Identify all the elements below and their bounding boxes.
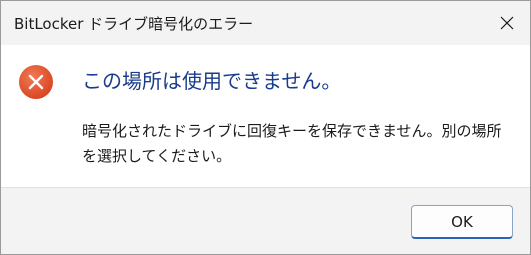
body-text-line: を選択してください。: [82, 147, 232, 165]
button-area: OK: [1, 187, 530, 254]
title-bar: BitLocker ドライブ暗号化のエラー: [1, 1, 530, 45]
dialog-content: この場所は使用できません。 暗号化されたドライブに回復キーを保存できません。別の…: [1, 45, 530, 187]
error-dialog: BitLocker ドライブ暗号化のエラー この場所は使用できません。 暗号化さ…: [0, 0, 531, 255]
ok-button[interactable]: OK: [411, 205, 513, 239]
window-title: BitLocker ドライブ暗号化のエラー: [14, 15, 254, 33]
body-text: 暗号化されたドライブに回復キーを保存できません。別の場所 を選択してください。: [82, 119, 512, 169]
close-icon: [499, 15, 515, 31]
close-button[interactable]: [484, 1, 530, 45]
main-instruction: この場所は使用できません。: [82, 69, 342, 93]
error-icon: [18, 64, 54, 100]
body-text-line: 暗号化されたドライブに回復キーを保存できません。別の場所: [82, 122, 502, 140]
